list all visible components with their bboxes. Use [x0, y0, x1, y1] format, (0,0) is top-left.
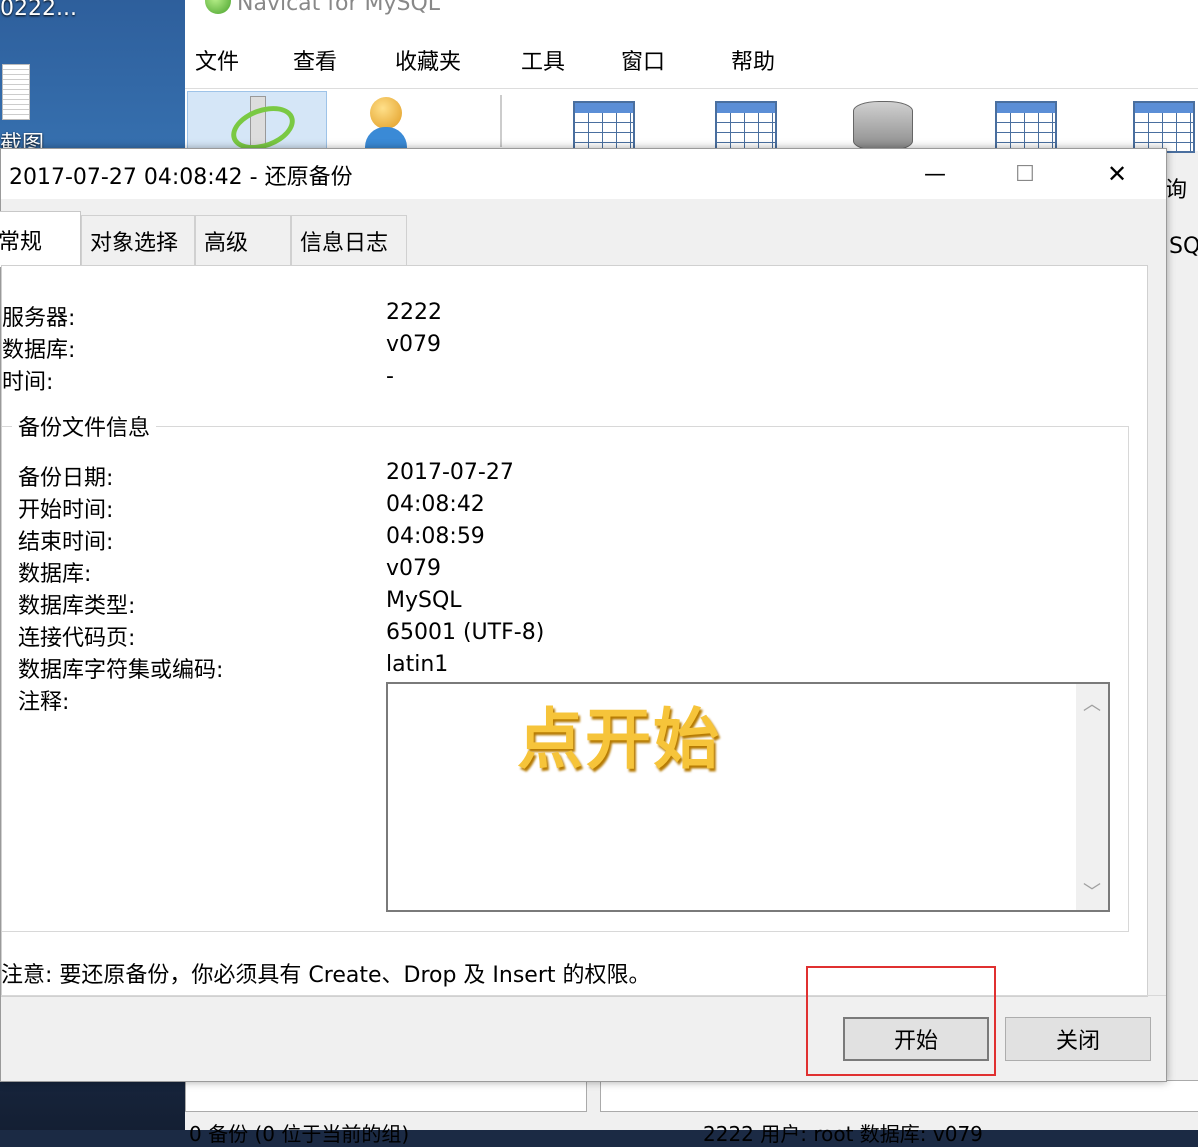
charset-value: latin1 [386, 652, 449, 677]
event-icon[interactable] [995, 101, 1057, 153]
menu-help[interactable]: 帮助 [731, 44, 775, 76]
start-time-value: 04:08:42 [386, 492, 485, 517]
scroll-up-icon[interactable]: ︿ [1076, 690, 1108, 716]
tab-sql-label: SQ [1169, 234, 1198, 259]
annotation-click-start-text: 点开始 [517, 701, 721, 778]
user-icon [370, 97, 402, 129]
comment-scrollbar[interactable]: ︿ ﹀ [1076, 684, 1108, 910]
navicat-titlebar: Navicat for MySQL [185, 0, 1198, 30]
query-icon[interactable] [1133, 101, 1195, 153]
codepage-label: 连接代码页: [18, 626, 136, 651]
backup-date-value: 2017-07-27 [386, 460, 514, 485]
view-icon[interactable] [715, 101, 777, 153]
server-label: 服务器: [2, 306, 76, 331]
main-toolbar [185, 88, 1198, 159]
general-tab-panel: 服务器: 2222 数据库: v079 时间: - 备份文件信息 备份日期: 2… [1, 265, 1148, 997]
start-time-label: 开始时间: [18, 498, 114, 523]
comment-label: 注释: [18, 690, 70, 715]
tab-object-selection[interactable]: 对象选择 [81, 215, 195, 265]
server-value: 2222 [386, 300, 442, 325]
end-time-value: 04:08:59 [386, 524, 485, 549]
tab-advanced[interactable]: 高级 [195, 215, 291, 265]
menu-window[interactable]: 窗口 [621, 44, 665, 76]
menu-tools[interactable]: 工具 [521, 44, 565, 76]
charset-label: 数据库字符集或编码: [18, 658, 224, 683]
time-label: 时间: [2, 370, 54, 395]
database-value: v079 [386, 332, 442, 357]
menu-bar: 文件 查看 收藏夹 工具 窗口 帮助 [185, 30, 1198, 88]
maximize-button[interactable]: ☐ [979, 149, 1071, 199]
backup-database-value: v079 [386, 556, 442, 581]
permission-note: 注意: 要还原备份，你必须具有 Create、Drop 及 Insert 的权限… [1, 963, 651, 988]
restore-backup-dialog: 2017-07-27 04:08:42 - 还原备份 — ☐ ✕ 常规 对象选择… [0, 148, 1167, 1082]
navicat-window-title: Navicat for MySQL [237, 0, 441, 16]
codepage-value: 65001 (UTF-8) [386, 620, 545, 645]
tab-general[interactable]: 常规 [0, 211, 81, 267]
time-value: - [386, 364, 394, 389]
dialog-titlebar: 2017-07-27 04:08:42 - 还原备份 — ☐ ✕ [1, 149, 1166, 199]
menu-view[interactable]: 查看 [293, 44, 337, 76]
close-button[interactable]: 关闭 [1005, 1017, 1151, 1061]
menu-file[interactable]: 文件 [195, 44, 239, 76]
object-list-panel [185, 1080, 587, 1112]
minimize-button[interactable]: — [889, 149, 981, 199]
dialog-title: 2017-07-27 04:08:42 - 还原备份 [9, 165, 353, 190]
navicat-logo-icon [205, 0, 231, 14]
end-time-label: 结束时间: [18, 530, 114, 555]
scroll-down-icon[interactable]: ﹀ [1076, 878, 1108, 904]
function-icon[interactable] [853, 101, 913, 151]
database-type-value: MySQL [386, 588, 462, 613]
close-window-button[interactable]: ✕ [1071, 149, 1163, 199]
comment-textarea[interactable]: ︿ ﹀ [386, 682, 1110, 912]
database-type-label: 数据库类型: [18, 594, 136, 619]
tab-bar: 常规 对象选择 高级 信息日志 [0, 211, 1166, 267]
tab-message-log[interactable]: 信息日志 [291, 215, 407, 265]
desktop-file-icon[interactable] [2, 64, 30, 120]
backup-date-label: 备份日期: [18, 466, 114, 491]
status-connection-info: 2222 用户: root 数据库: v079 [703, 1122, 983, 1146]
database-label: 数据库: [2, 338, 76, 363]
toolbar-connection-button[interactable] [187, 91, 327, 159]
toolbar-query-label: 询 [1165, 178, 1188, 203]
start-button[interactable]: 开始 [843, 1017, 989, 1061]
info-panel [600, 1080, 1198, 1112]
toolbar-separator [500, 95, 502, 147]
backup-database-label: 数据库: [18, 562, 92, 587]
button-area-separator [1, 995, 1166, 996]
table-icon[interactable] [573, 101, 635, 153]
backup-info-legend: 备份文件信息 [12, 410, 157, 442]
desktop-icon-label[interactable]: 0222... [0, 0, 77, 21]
menu-favorites[interactable]: 收藏夹 [395, 44, 461, 76]
status-backup-count: 0 备份 (0 位于当前的组) [189, 1122, 410, 1146]
